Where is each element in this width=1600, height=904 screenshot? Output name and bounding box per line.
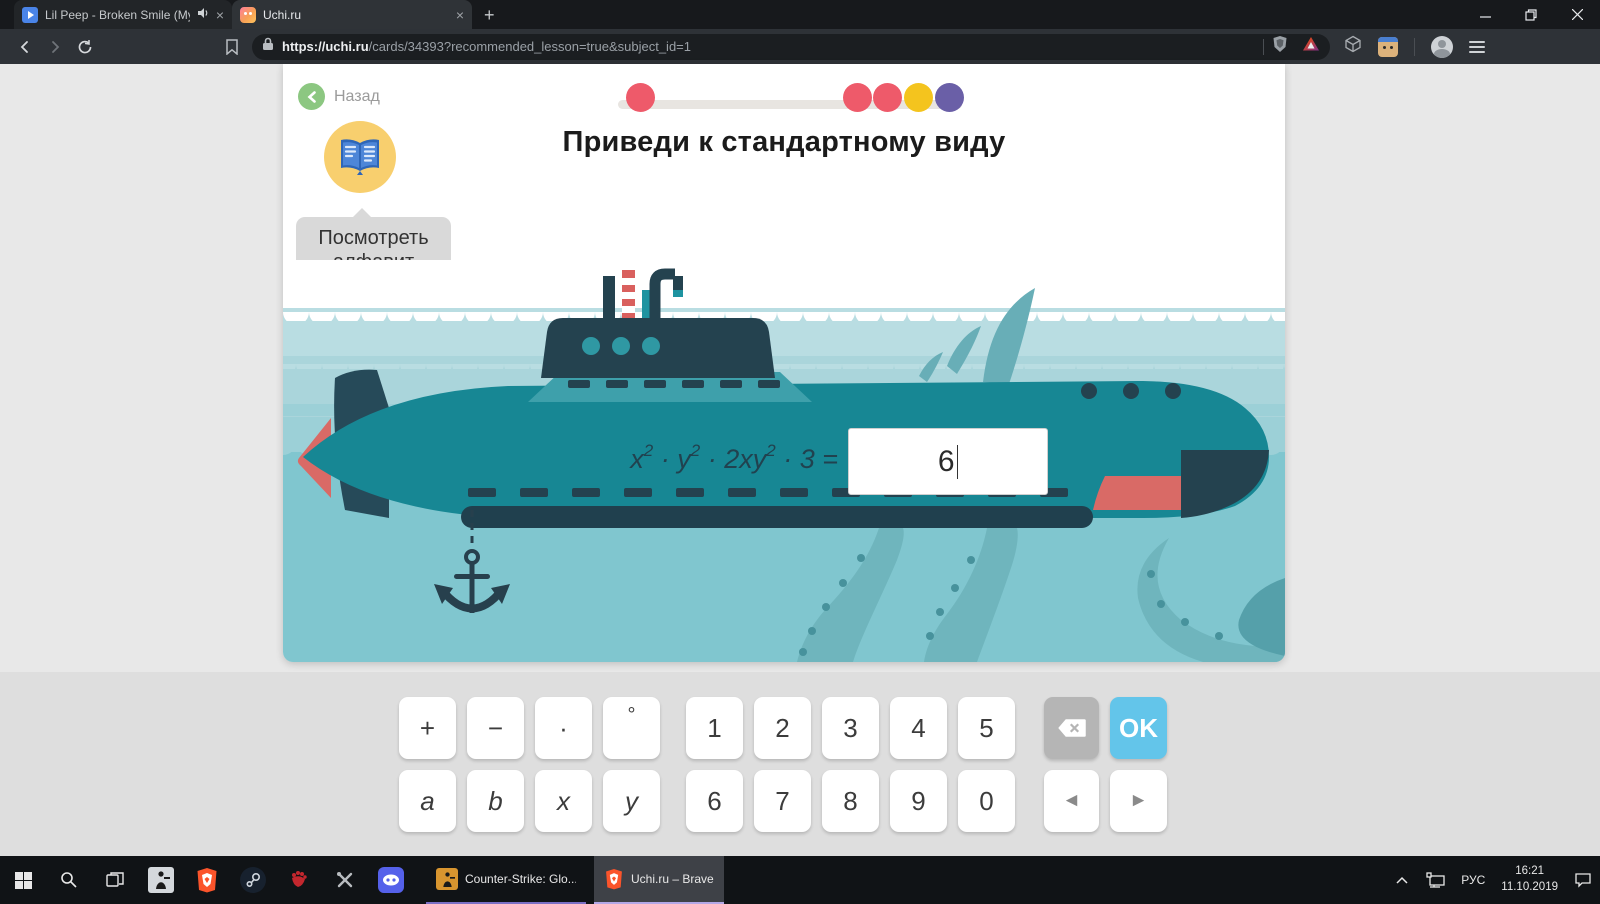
language-indicator[interactable]: РУС (1453, 873, 1493, 887)
taskbar-window-label: Counter-Strike: Glo... (465, 872, 576, 886)
system-tray: РУС 16:21 11.10.2019 (1385, 856, 1600, 904)
progress-dot (626, 83, 655, 112)
key-y[interactable]: y (603, 770, 660, 832)
window-controls (1462, 0, 1600, 29)
tab-music[interactable]: Lil Peep - Broken Smile (My Al × (14, 0, 232, 29)
taskbar: Counter-Strike: Glo... Uchi.ru – Brave Р… (0, 856, 1600, 904)
key-8[interactable]: 8 (822, 770, 879, 832)
page-title: Приведи к стандартному виду (562, 126, 1006, 158)
key-·[interactable]: · (535, 697, 592, 759)
key-+[interactable]: + (399, 697, 456, 759)
lesson-card: Назад Приведи к стандартному виду Посмот… (283, 64, 1285, 662)
tray-expand-icon[interactable] (1385, 876, 1419, 884)
play-favicon-icon (22, 6, 38, 23)
extensions-area (1344, 35, 1485, 58)
steam-launch-icon[interactable] (230, 856, 276, 904)
extension-icon[interactable] (1378, 36, 1398, 57)
progress-dots (283, 64, 1285, 124)
url-text: https://uchi.ru/cards/34393?recommended_… (282, 39, 691, 54)
key-1[interactable]: 1 (686, 697, 743, 759)
bloody-launch-icon[interactable] (276, 856, 322, 904)
reload-icon[interactable] (70, 33, 100, 61)
progress-dot (873, 83, 902, 112)
key-0[interactable]: 0 (958, 770, 1015, 832)
key-6[interactable]: 6 (686, 770, 743, 832)
key-−[interactable]: − (467, 697, 524, 759)
taskbar-window-csgo[interactable]: Counter-Strike: Glo... (426, 856, 586, 904)
address-bar[interactable]: https://uchi.ru/cards/34393?recommended_… (252, 33, 1330, 60)
key-x[interactable]: x (535, 770, 592, 832)
progress-dot (904, 83, 933, 112)
clock[interactable]: 16:21 11.10.2019 (1493, 864, 1566, 895)
key-arrow-right[interactable]: ► (1110, 770, 1167, 832)
key-3[interactable]: 3 (822, 697, 879, 759)
formula: x2 · y2 · 2xy2 · 3 = (630, 441, 838, 474)
discord-launch-icon[interactable] (368, 856, 414, 904)
brave-shield-icon[interactable] (1272, 35, 1288, 58)
key-arrow-left[interactable]: ◄ (1044, 770, 1099, 832)
bookmark-icon[interactable] (218, 33, 246, 61)
keyboard-row-1: + − · ° 1 2 3 4 5 OK (399, 697, 1167, 759)
key-4[interactable]: 4 (890, 697, 947, 759)
tab-audio-icon[interactable] (197, 7, 209, 22)
profile-avatar[interactable] (1431, 35, 1453, 58)
tab-uchi[interactable]: Uchi.ru × (232, 0, 472, 29)
answer-value: 6 (937, 444, 955, 478)
page-background: Назад Приведи к стандартному виду Посмот… (0, 64, 1600, 856)
key-a[interactable]: a (399, 770, 456, 832)
key-°[interactable]: ° (603, 697, 660, 759)
tab-close-icon[interactable]: × (216, 8, 224, 22)
key-7[interactable]: 7 (754, 770, 811, 832)
search-icon[interactable] (46, 856, 92, 904)
task-view-icon[interactable] (92, 856, 138, 904)
clock-time: 16:21 (1515, 865, 1545, 878)
onscreen-keyboard: + − · ° 1 2 3 4 5 OK a b x y 6 7 8 9 0 ◄ ► (0, 672, 1600, 856)
browser-menu-icon[interactable] (1469, 40, 1485, 53)
csgo-launch-icon[interactable] (138, 856, 184, 904)
uchi-favicon-icon (240, 6, 256, 23)
screen: Lil Peep - Broken Smile (My Al × Uchi.ru… (0, 0, 1600, 904)
lock-icon (262, 37, 274, 56)
brave-rewards-triangle-icon[interactable] (1302, 36, 1320, 57)
start-button[interactable] (0, 856, 46, 904)
new-tab-button[interactable]: + (484, 5, 495, 29)
browser-tab-strip: Lil Peep - Broken Smile (My Al × Uchi.ru… (0, 0, 1600, 29)
brave-launch-icon[interactable] (184, 856, 230, 904)
keyboard-row-2: a b x y 6 7 8 9 0 ◄ ► (399, 770, 1167, 832)
progress-dot (935, 83, 964, 112)
taskbar-window-brave[interactable]: Uchi.ru – Brave (594, 856, 724, 904)
tooltip-line: Посмотреть (318, 227, 429, 249)
cube-extension-icon[interactable] (1344, 35, 1362, 58)
forward-nav-icon[interactable] (40, 33, 70, 61)
notification-center-icon[interactable] (1566, 872, 1600, 888)
restore-button[interactable] (1508, 0, 1554, 29)
browser-toolbar: https://uchi.ru/cards/34393?recommended_… (0, 29, 1600, 64)
network-icon[interactable] (1419, 872, 1453, 888)
key-backspace[interactable] (1044, 697, 1099, 759)
back-nav-icon[interactable] (10, 33, 40, 61)
tab-close-icon[interactable]: × (456, 8, 464, 22)
tab-title: Lil Peep - Broken Smile (My Al (45, 7, 190, 22)
answer-input[interactable]: 6 (848, 428, 1048, 495)
tab-title: Uchi.ru (263, 7, 302, 22)
submarine-scene: x2 · y2 · 2xy2 · 3 = 6 (283, 260, 1285, 662)
text-caret (956, 444, 959, 479)
minimize-button[interactable] (1462, 0, 1508, 29)
clock-date: 11.10.2019 (1501, 881, 1558, 893)
alphabet-book-icon[interactable] (324, 121, 396, 193)
key-ok[interactable]: OK (1110, 697, 1167, 759)
key-2[interactable]: 2 (754, 697, 811, 759)
tools-launch-icon[interactable] (322, 856, 368, 904)
taskbar-window-label: Uchi.ru – Brave (631, 872, 714, 886)
key-b[interactable]: b (467, 770, 524, 832)
progress-dot (843, 83, 872, 112)
key-5[interactable]: 5 (958, 697, 1015, 759)
key-9[interactable]: 9 (890, 770, 947, 832)
close-button[interactable] (1554, 0, 1600, 29)
